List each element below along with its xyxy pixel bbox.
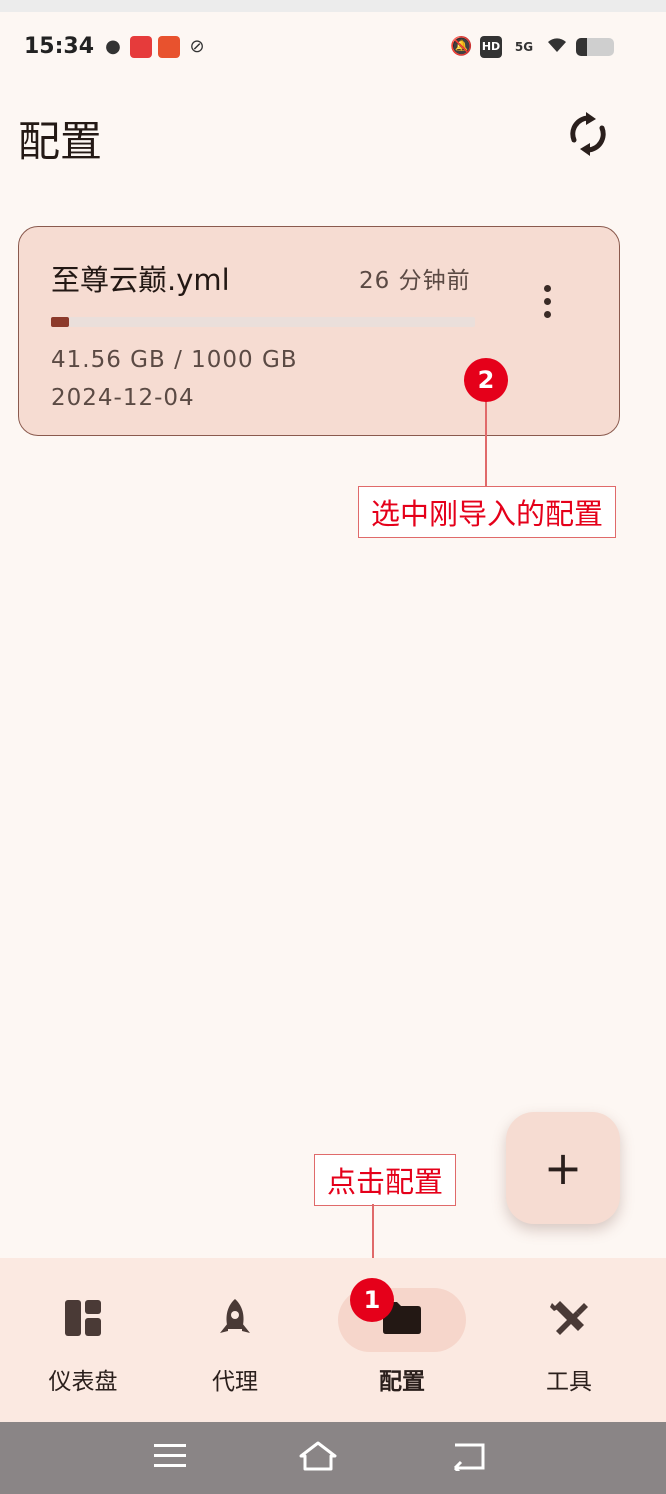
app-orange-icon: [158, 36, 180, 58]
bell-off-icon: 🔕: [450, 36, 473, 57]
rocket-icon: [217, 1297, 253, 1343]
add-profile-button[interactable]: +: [506, 1112, 620, 1224]
tools-icon: [548, 1297, 590, 1343]
nav-label-dashboard: 仪表盘: [48, 1369, 118, 1395]
app-red-icon: [130, 36, 152, 58]
annotation-label-2: 选中刚导入的配置: [358, 486, 617, 538]
hd-icon: HD: [480, 36, 502, 58]
page-title: 配置: [18, 117, 103, 166]
status-bar: 15:34 ● ⊘ 🔕 HD 5G: [0, 12, 666, 82]
annotation-line-2: [485, 400, 487, 486]
nav-label-proxy: 代理: [212, 1369, 258, 1395]
menu-button[interactable]: [150, 1440, 190, 1476]
battery-icon: [576, 38, 614, 56]
home-icon: [298, 1440, 338, 1476]
profile-more-button[interactable]: [531, 279, 563, 323]
back-icon: [449, 1441, 487, 1476]
profile-card[interactable]: 至尊云巅.yml 26 分钟前 41.56 GB / 1000 GB 2024-…: [18, 226, 620, 436]
signal-5g-icon: 5G: [514, 40, 534, 54]
profile-updated-time: 26 分钟前: [359, 268, 471, 294]
usage-progress-fill: [51, 317, 69, 327]
refresh-button[interactable]: [562, 110, 614, 162]
more-vert-icon: [543, 284, 551, 292]
annotation-badge-1: 1: [350, 1278, 394, 1322]
annotation-badge-2: 2: [464, 358, 508, 402]
sync-icon: [568, 112, 608, 160]
bottom-navigation: 仪表盘 代理 配置 工具: [0, 1258, 666, 1422]
expire-date: 2024-12-04: [51, 385, 195, 411]
top-strip: [0, 0, 666, 12]
menu-icon: [153, 1442, 187, 1474]
satellite-icon: ⊘: [189, 36, 205, 57]
nav-label-profiles: 配置: [379, 1369, 425, 1395]
nav-item-profiles[interactable]: 配置: [319, 1258, 485, 1422]
usage-text: 41.56 GB / 1000 GB: [51, 347, 298, 373]
notification-icons: ● ⊘: [102, 36, 208, 58]
annotation-label-1: 点击配置: [314, 1154, 457, 1206]
wifi-icon: [546, 36, 568, 58]
usage-progress-bar: [51, 317, 475, 327]
nav-item-dashboard[interactable]: 仪表盘: [0, 1258, 166, 1422]
system-navigation-bar: [0, 1422, 666, 1494]
nav-label-tools: 工具: [546, 1369, 592, 1395]
nav-item-tools[interactable]: 工具: [486, 1258, 652, 1422]
back-button[interactable]: [448, 1440, 488, 1476]
dashboard-icon: [64, 1299, 102, 1341]
nav-item-proxy[interactable]: 代理: [152, 1258, 318, 1422]
status-time: 15:34: [24, 34, 95, 59]
wechat-icon: ●: [105, 36, 121, 57]
profile-name: 至尊云巅.yml: [51, 263, 230, 297]
system-status-icons: 🔕 HD 5G: [450, 36, 614, 58]
home-button[interactable]: [298, 1440, 338, 1476]
